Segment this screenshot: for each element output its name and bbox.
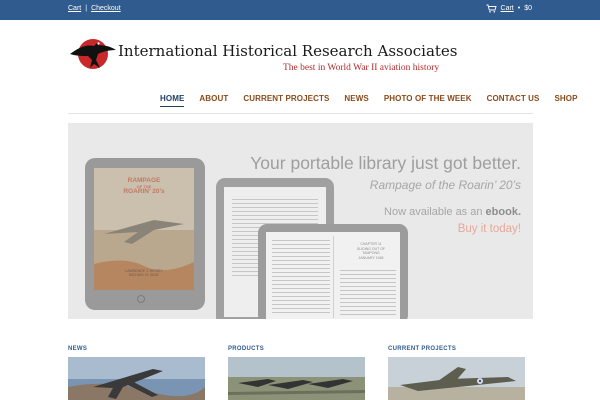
news-heading: NEWS [68, 346, 88, 352]
cart-dot: • [517, 5, 521, 12]
chapter-line4: JANUARY 1945 [358, 255, 384, 260]
site-tagline: The best in World War II aviation histor… [283, 63, 440, 73]
hero-subline: Rampage of the Roarin’ 20’s [369, 178, 521, 192]
nav-item-news[interactable]: NEWS [344, 94, 368, 107]
hero-banner[interactable]: RAMPAGE OF THE ROARIN’ 20’s LAWRENCE J. … [68, 123, 533, 319]
availability-ebook: ebook. [485, 206, 521, 218]
nav-item-current-projects[interactable]: CURRENT PROJECTS [243, 94, 329, 107]
nav-item-shop[interactable]: SHOP [554, 94, 577, 107]
nav-item-contact-us[interactable]: CONTACT US [487, 94, 540, 107]
chapter-heading: CHAPTER 11 SLIDING OUT OF TAMPONG JANUAR… [346, 242, 396, 260]
top-utility-bar: Cart | Checkout Cart • $0 [0, 0, 600, 20]
news-thumbnail[interactable] [68, 357, 205, 400]
cart-link[interactable]: Cart [68, 5, 81, 12]
main-nav: HOME ABOUT CURRENT PROJECTS NEWS PHOTO O… [160, 94, 578, 107]
projects-column: CURRENT PROJECTS [388, 346, 525, 400]
products-column: PRODUCTS [228, 346, 365, 400]
products-heading: PRODUCTS [228, 346, 265, 352]
topbar-links: Cart | Checkout [68, 5, 121, 12]
site-logo[interactable]: International Historical Research Associ… [68, 30, 468, 78]
tablet-device-cover: RAMPAGE OF THE ROARIN’ 20’s LAWRENCE J. … [85, 158, 205, 310]
spread-right-lines [340, 270, 396, 318]
shopping-cart-icon[interactable] [486, 4, 497, 13]
tablet-spread-screen: CHAPTER 11 SLIDING OUT OF TAMPONG JANUAR… [266, 232, 400, 319]
cart-summary: Cart • $0 [486, 4, 532, 13]
spread-left-lines [272, 240, 330, 316]
cover-author-line2: MICHAEL R. GEAT [128, 273, 160, 278]
tablet-home-button [137, 295, 145, 303]
nav-item-home[interactable]: HOME [160, 94, 185, 107]
eagle-logo-icon [70, 39, 116, 69]
link-separator: | [85, 5, 88, 12]
airfield-photo-image [228, 357, 365, 400]
news-column: NEWS [68, 346, 205, 400]
nav-item-about[interactable]: ABOUT [199, 94, 228, 107]
projects-heading: CURRENT PROJECTS [388, 346, 457, 352]
spread-gutter [333, 236, 334, 318]
bomber-photo-image [68, 357, 205, 400]
cart-right-link[interactable]: Cart [501, 5, 514, 12]
tablet-device-spread: CHAPTER 11 SLIDING OUT OF TAMPONG JANUAR… [258, 224, 408, 319]
hero-headline: Your portable library just got better. [250, 153, 521, 173]
book-cover-author: LAWRENCE J. HICKEY MICHAEL R. GEAT [94, 269, 194, 277]
checkout-link[interactable]: Checkout [91, 5, 121, 12]
products-thumbnail[interactable] [228, 357, 365, 400]
hero-availability: Now available as an ebook. [384, 206, 521, 218]
cover-title-line3: ROARIN’ 20’s [123, 188, 165, 195]
nav-divider [68, 113, 533, 114]
buy-now-link[interactable]: Buy it today! [458, 223, 521, 235]
nav-item-photo-of-the-week[interactable]: PHOTO OF THE WEEK [384, 94, 472, 107]
book-cover-title: RAMPAGE OF THE ROARIN’ 20’s [94, 177, 194, 196]
book-cover: RAMPAGE OF THE ROARIN’ 20’s LAWRENCE J. … [94, 168, 194, 290]
cart-total: $0 [524, 5, 532, 12]
availability-prefix: Now available as an [384, 206, 486, 218]
site-title: International Historical Research Associ… [118, 42, 458, 60]
projects-thumbnail[interactable] [388, 357, 525, 400]
b25-photo-image [388, 357, 525, 400]
